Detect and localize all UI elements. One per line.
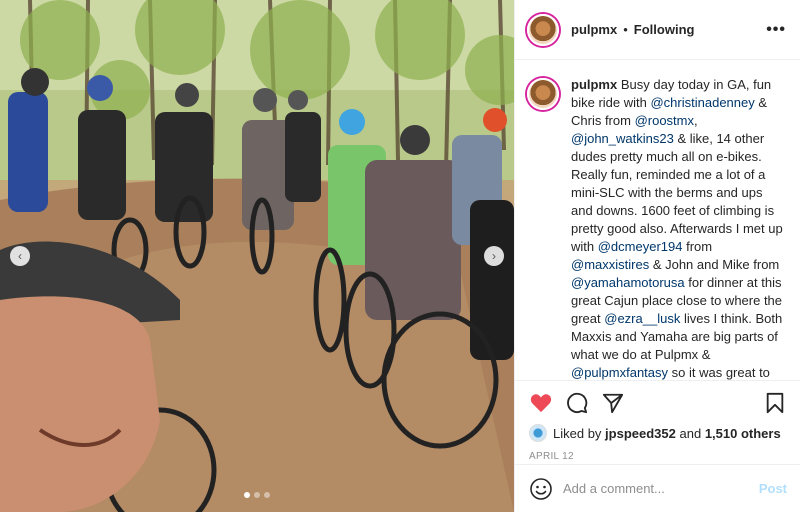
header-separator: •: [623, 22, 628, 37]
caption-body: Busy day today in GA, fun bike ride with…: [571, 77, 783, 380]
carousel-dot: [244, 492, 250, 498]
carousel-indicator: [0, 492, 514, 498]
emoji-icon[interactable]: [529, 477, 553, 501]
comment-input[interactable]: [563, 481, 759, 496]
carousel-prev-button[interactable]: ‹: [10, 246, 30, 266]
more-options-icon[interactable]: •••: [766, 21, 786, 39]
add-comment-form: Post: [515, 464, 800, 512]
mention-link[interactable]: @yamahamotorusa: [571, 275, 685, 290]
liked-by-prefix: Liked by: [553, 425, 602, 441]
caption-segment: & like, 14 other dudes pretty much all o…: [571, 131, 783, 254]
caption-text: pulpmx Busy day today in GA, fun bike ri…: [571, 76, 787, 380]
liker-avatar[interactable]: [529, 424, 547, 442]
carousel-dot: [254, 492, 260, 498]
mention-link[interactable]: @christinadenney: [650, 95, 754, 110]
caption-author-username[interactable]: pulpmx: [571, 77, 617, 92]
post-comment-button[interactable]: Post: [759, 481, 787, 496]
heart-icon[interactable]: [529, 391, 553, 415]
group-ride-photo: [0, 0, 514, 512]
mention-link[interactable]: @roostmx: [635, 113, 694, 128]
author-username[interactable]: pulpmx: [571, 22, 617, 37]
mention-link[interactable]: @pulpmxfantasy: [571, 365, 668, 380]
likes-summary: Liked by jpspeed352 and 1,510 others: [529, 423, 787, 443]
caption-segment: from: [682, 239, 713, 254]
post-sidebar: pulpmx • Following ••• pulpmx Busy day t…: [514, 0, 800, 512]
mention-link[interactable]: @maxxistires: [571, 257, 649, 272]
mention-link[interactable]: @john_watkins23: [571, 131, 674, 146]
action-icons-row: [529, 389, 787, 417]
carousel-next-button[interactable]: ›: [484, 246, 504, 266]
caption-segment: & John and Mike from: [649, 257, 780, 272]
post-photo[interactable]: ‹ ›: [0, 0, 514, 512]
post-actions: Liked by jpspeed352 and 1,510 others APR…: [515, 380, 800, 462]
mention-link[interactable]: @dcmeyer194: [598, 239, 683, 254]
share-icon[interactable]: [601, 391, 625, 415]
liker-username[interactable]: jpspeed352: [605, 426, 676, 441]
caption-segment: ,: [694, 113, 698, 128]
bookmark-icon[interactable]: [763, 391, 787, 415]
liked-and: and: [679, 425, 702, 441]
author-avatar[interactable]: [527, 13, 559, 46]
caption-row: pulpmx Busy day today in GA, fun bike ri…: [527, 76, 787, 380]
likes-others-link[interactable]: 1,510 others: [705, 426, 781, 441]
following-button[interactable]: Following: [634, 22, 695, 37]
carousel-dot: [264, 492, 270, 498]
comment-icon[interactable]: [565, 391, 589, 415]
comments-area: pulpmx Busy day today in GA, fun bike ri…: [515, 60, 800, 380]
post-date[interactable]: APRIL 12: [529, 451, 787, 462]
post-header: pulpmx • Following •••: [515, 0, 800, 60]
caption-author-avatar[interactable]: [527, 78, 559, 110]
mention-link[interactable]: @ezra__lusk: [604, 311, 680, 326]
